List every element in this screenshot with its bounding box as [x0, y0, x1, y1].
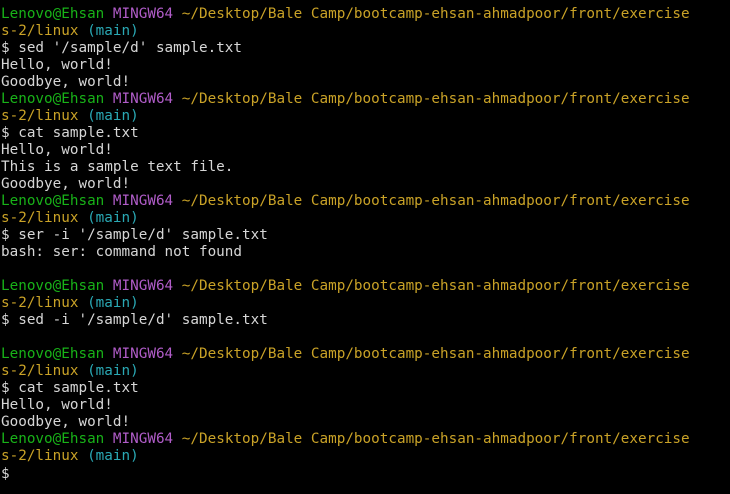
output-line: Goodbye, world!: [1, 176, 131, 192]
output-line: This is a sample text file.: [1, 159, 234, 175]
prompt-line: Lenovo@Ehsan MINGW64 ~/Desktop/Bale Camp…: [1, 91, 730, 108]
prompt-line: Lenovo@Ehsan MINGW64 ~/Desktop/Bale Camp…: [1, 278, 730, 295]
output-line: Hello, world!: [1, 142, 113, 158]
command-line: $ cat sample.txt: [1, 125, 730, 142]
prompt-user-host: Lenovo@Ehsan: [1, 193, 105, 209]
prompt-path: ~/Desktop/Bale Camp/bootcamp-ehsan-ahmad…: [181, 346, 690, 362]
git-branch: (main): [87, 295, 139, 311]
prompt-user-host: Lenovo@Ehsan: [1, 91, 105, 107]
prompt-system: MINGW64: [112, 431, 174, 447]
prompt-path: ~/Desktop/Bale Camp/bootcamp-ehsan-ahmad…: [181, 431, 690, 447]
prompt-symbol: $: [1, 312, 10, 328]
prompt-path-continued: s-2/linux: [1, 363, 79, 379]
prompt-line: Lenovo@Ehsan MINGW64 ~/Desktop/Bale Camp…: [1, 6, 730, 23]
command-line[interactable]: $: [1, 465, 730, 482]
prompt-path: ~/Desktop/Bale Camp/bootcamp-ehsan-ahmad…: [181, 6, 690, 22]
git-branch: (main): [87, 210, 139, 226]
git-branch: (main): [87, 108, 139, 124]
prompt-path: ~/Desktop/Bale Camp/bootcamp-ehsan-ahmad…: [181, 278, 690, 294]
command-text: ser -i '/sample/d' sample.txt: [18, 227, 268, 243]
command-text: cat sample.txt: [18, 380, 139, 396]
git-branch: (main): [87, 448, 139, 464]
prompt-user-host: Lenovo@Ehsan: [1, 278, 105, 294]
command-line: $ cat sample.txt: [1, 380, 730, 397]
prompt-system: MINGW64: [112, 193, 174, 209]
prompt-system: MINGW64: [112, 91, 174, 107]
prompt-line: Lenovo@Ehsan MINGW64 ~/Desktop/Bale Camp…: [1, 193, 730, 210]
prompt-line-continued: s-2/linux (main): [1, 108, 730, 125]
prompt-symbol: $: [1, 125, 10, 141]
git-branch: (main): [87, 363, 139, 379]
prompt-system: MINGW64: [112, 346, 174, 362]
prompt-symbol: $: [1, 227, 10, 243]
prompt-system: MINGW64: [112, 6, 174, 22]
prompt-line-continued: s-2/linux (main): [1, 363, 730, 380]
output-line: Hello, world!: [1, 397, 113, 413]
command-line: $ sed -i '/sample/d' sample.txt: [1, 312, 730, 329]
output-line: Goodbye, world!: [1, 74, 131, 90]
prompt-path: ~/Desktop/Bale Camp/bootcamp-ehsan-ahmad…: [181, 193, 690, 209]
prompt-symbol: $: [1, 466, 10, 482]
command-line: $ ser -i '/sample/d' sample.txt: [1, 227, 730, 244]
prompt-path-continued: s-2/linux: [1, 23, 79, 39]
prompt-symbol: $: [1, 380, 10, 396]
prompt-line: Lenovo@Ehsan MINGW64 ~/Desktop/Bale Camp…: [1, 346, 730, 363]
git-branch: (main): [87, 23, 139, 39]
prompt-path-continued: s-2/linux: [1, 210, 79, 226]
prompt-path: ~/Desktop/Bale Camp/bootcamp-ehsan-ahmad…: [181, 91, 690, 107]
prompt-system: MINGW64: [112, 278, 174, 294]
prompt-line-continued: s-2/linux (main): [1, 295, 730, 312]
terminal-window[interactable]: Lenovo@Ehsan MINGW64 ~/Desktop/Bale Camp…: [0, 0, 730, 494]
prompt-line: Lenovo@Ehsan MINGW64 ~/Desktop/Bale Camp…: [1, 431, 730, 448]
command-line: $ sed '/sample/d' sample.txt: [1, 40, 730, 57]
prompt-user-host: Lenovo@Ehsan: [1, 6, 105, 22]
prompt-line-continued: s-2/linux (main): [1, 448, 730, 465]
prompt-user-host: Lenovo@Ehsan: [1, 346, 105, 362]
text-cursor: [18, 465, 26, 480]
prompt-path-continued: s-2/linux: [1, 295, 79, 311]
prompt-symbol: $: [1, 40, 10, 56]
prompt-path-continued: s-2/linux: [1, 448, 79, 464]
prompt-line-continued: s-2/linux (main): [1, 23, 730, 40]
command-text: sed '/sample/d' sample.txt: [18, 40, 243, 56]
command-text: sed -i '/sample/d' sample.txt: [18, 312, 268, 328]
output-line: Hello, world!: [1, 57, 113, 73]
prompt-path-continued: s-2/linux: [1, 108, 79, 124]
prompt-user-host: Lenovo@Ehsan: [1, 431, 105, 447]
output-line: Goodbye, world!: [1, 414, 131, 430]
command-text: cat sample.txt: [18, 125, 139, 141]
prompt-line-continued: s-2/linux (main): [1, 210, 730, 227]
output-line: bash: ser: command not found: [1, 244, 243, 260]
